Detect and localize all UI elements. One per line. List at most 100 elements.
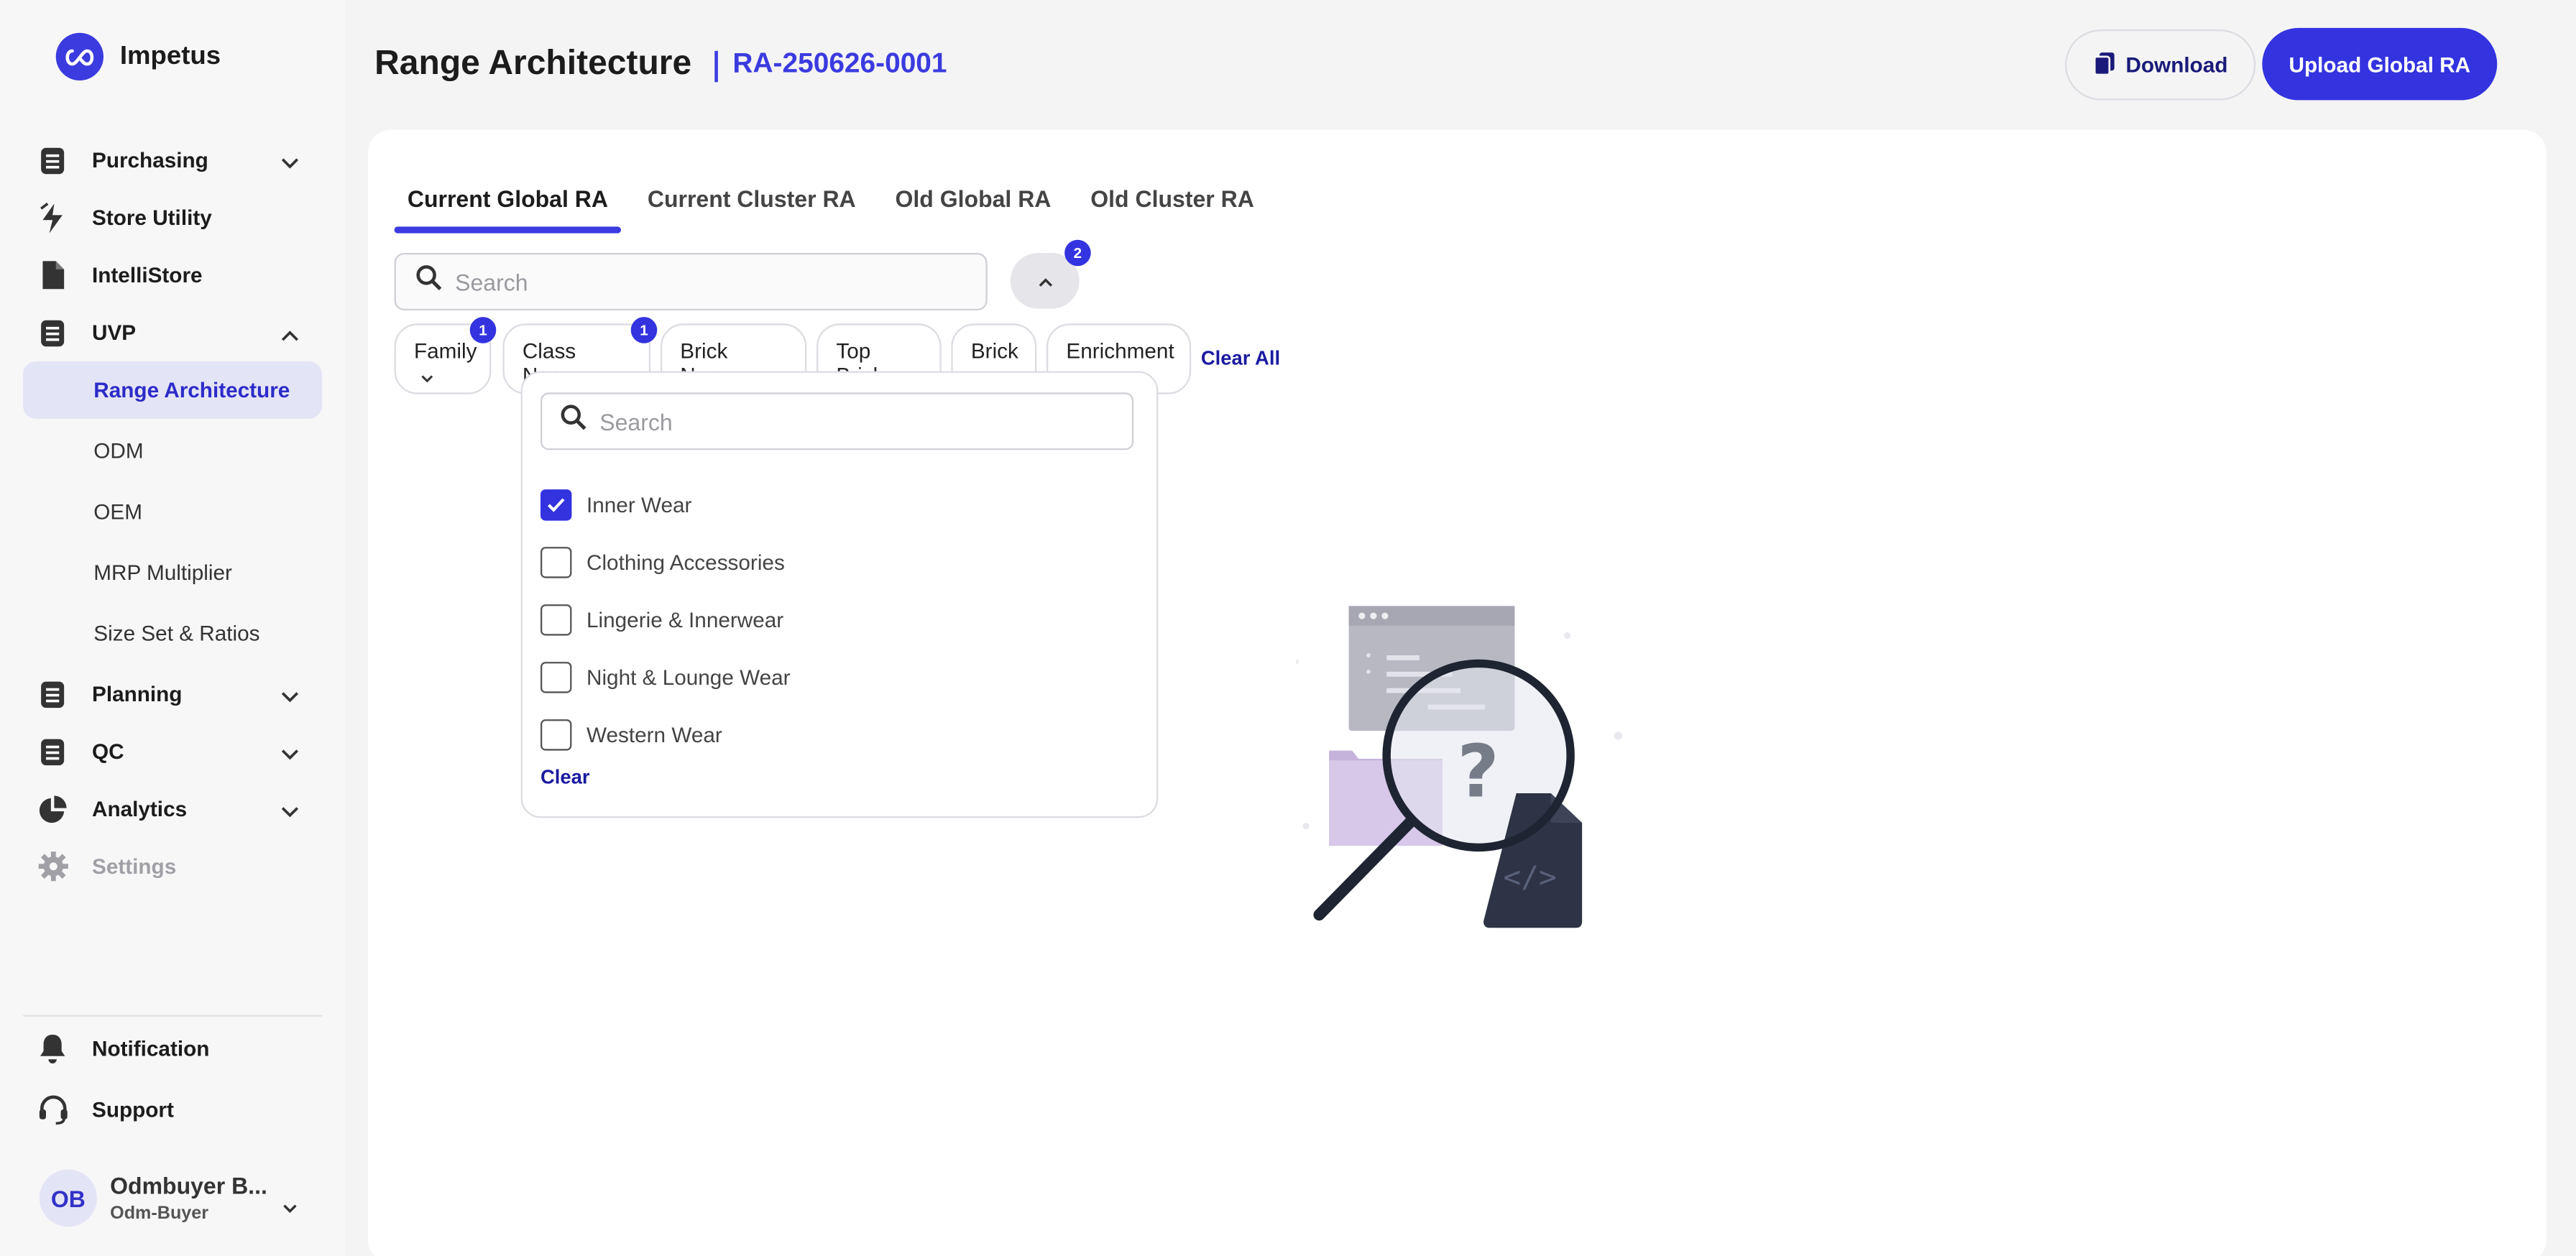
chip-label: Enrichment (1066, 338, 1174, 364)
sidebar-subitem-mrp-multiplier[interactable]: MRP Multiplier (23, 544, 322, 601)
tab-old-cluster-ra[interactable]: Old Cluster RA (1077, 185, 1267, 235)
brand-name: Impetus (119, 42, 221, 70)
search-icon (415, 264, 442, 299)
headset-icon (36, 1093, 69, 1126)
checkbox[interactable] (540, 547, 572, 578)
sidebar-item-planning[interactable]: Planning (23, 665, 322, 723)
filter-count-badge: 2 (1064, 239, 1091, 267)
sidebar-item-label: Planning (91, 681, 183, 706)
sidebar-item-analytics[interactable]: Analytics (23, 780, 322, 838)
dropdown-options: Inner Wear Clothing Accessories Lingerie… (540, 476, 791, 764)
empty-state-illustration: </> ? (1293, 599, 1641, 936)
sidebar-item-notification[interactable]: Notification (23, 1018, 322, 1079)
search-icon (560, 404, 586, 438)
option-label: Western Wear (586, 722, 722, 747)
option-label: Clothing Accessories (586, 550, 785, 575)
bolt-icon (36, 201, 69, 234)
sidebar-item-label: UVP (91, 320, 137, 345)
checkbox[interactable] (540, 604, 572, 636)
ra-tabs: Current Global RA Current Cluster RA Old… (394, 185, 1281, 235)
sidebar-item-label: IntelliStore (91, 262, 203, 287)
user-role: Odm-Buyer (110, 1204, 209, 1224)
svg-text:?: ? (1457, 730, 1499, 814)
chevron-down-icon (281, 741, 299, 765)
download-button-label: Download (2125, 52, 2228, 78)
title-separator (714, 50, 718, 83)
chevron-down-icon (281, 149, 299, 174)
class-name-dropdown: Inner Wear Clothing Accessories Lingerie… (520, 371, 1159, 818)
chip-label: Family (413, 338, 477, 364)
dropdown-option[interactable]: Clothing Accessories (540, 534, 791, 591)
svg-text:</>: </> (1503, 859, 1556, 894)
dropdown-option[interactable]: Night & Lounge Wear (540, 649, 791, 706)
sidebar-subitem-oem[interactable]: OEM (23, 483, 322, 540)
checkbox-checked[interactable] (540, 489, 572, 521)
sidebar-item-label: Support (91, 1096, 174, 1122)
dropdown-search-box (540, 392, 1134, 451)
option-label: Night & Lounge Wear (586, 665, 791, 690)
bell-icon (36, 1033, 69, 1066)
dropdown-search-input[interactable] (599, 407, 1092, 435)
file-icon (36, 259, 69, 292)
brand[interactable]: Impetus (55, 32, 221, 80)
chip-label: Brick (970, 338, 1018, 364)
filter-collapse-button[interactable]: 2 (1010, 239, 1091, 309)
sidebar-item-label: QC (91, 739, 124, 764)
sidebar-bottom: Notification Support (23, 1018, 322, 1140)
user-profile[interactable]: OB Odmbuyer B... Odm-Buyer (39, 1169, 297, 1227)
sidebar-item-purchasing[interactable]: Purchasing (23, 131, 322, 189)
sidebar-subitem-size-set-ratios[interactable]: Size Set & Ratios (23, 604, 322, 662)
checkbox[interactable] (540, 719, 572, 751)
clear-all-link[interactable]: Clear All (1201, 346, 1280, 369)
chevron-up-icon (1037, 266, 1052, 295)
copy-document-icon (2093, 50, 2116, 80)
document-icon (36, 144, 69, 177)
sidebar-item-label: Purchasing (91, 147, 208, 172)
document-icon (36, 678, 69, 711)
sidebar-item-intellistore[interactable]: IntelliStore (23, 246, 322, 304)
chevron-up-icon (281, 322, 299, 346)
option-label: Inner Wear (586, 492, 692, 517)
sidebar-nav: Purchasing Store Utility IntelliStore UV… (22, 131, 322, 895)
sidebar-subitem-range-architecture[interactable]: Range Architecture (22, 361, 322, 419)
avatar: OB (39, 1169, 97, 1227)
tab-current-cluster-ra[interactable]: Current Cluster RA (635, 185, 869, 235)
document-icon (36, 735, 69, 768)
tab-current-global-ra[interactable]: Current Global RA (394, 185, 622, 235)
checkbox[interactable] (540, 662, 572, 693)
download-button[interactable]: Download (2065, 29, 2256, 101)
search-input[interactable] (455, 268, 948, 295)
filter-chip-family[interactable]: Family 1 (394, 317, 497, 394)
sidebar-item-store-utility[interactable]: Store Utility (23, 189, 322, 246)
chevron-down-icon (281, 683, 299, 708)
sidebar-item-qc[interactable]: QC (23, 723, 322, 780)
ra-id: RA-250626-0001 (732, 47, 947, 79)
main-card: Current Global RA Current Cluster RA Old… (367, 129, 2547, 1256)
chevron-down-icon (420, 363, 472, 387)
tab-old-global-ra[interactable]: Old Global RA (882, 185, 1064, 235)
dropdown-option[interactable]: Western Wear (540, 706, 791, 764)
search-box (394, 252, 988, 310)
user-name: Odmbuyer B... (110, 1172, 267, 1199)
page-title: Range Architecture (374, 44, 692, 83)
pie-chart-icon (36, 793, 69, 826)
sidebar-item-label: Store Utility (91, 205, 212, 230)
document-icon (36, 316, 69, 349)
sidebar-item-settings[interactable]: Settings (23, 838, 322, 895)
sidebar-item-label: Analytics (91, 796, 188, 821)
sidebar-item-label: Notification (91, 1036, 210, 1061)
impetus-logo-icon (55, 32, 104, 80)
sidebar-divider (22, 1015, 322, 1017)
sidebar-item-uvp[interactable]: UVP (23, 304, 322, 361)
upload-global-ra-button[interactable]: Upload Global RA (2262, 27, 2498, 101)
chip-badge: 1 (469, 317, 497, 343)
sidebar-item-support[interactable]: Support (23, 1079, 322, 1140)
chevron-down-icon (282, 1192, 298, 1222)
dropdown-option[interactable]: Lingerie & Innerwear (540, 591, 791, 649)
sidebar-item-label: Settings (91, 854, 177, 879)
sidebar-subitem-odm[interactable]: ODM (23, 422, 322, 479)
dropdown-clear-link[interactable]: Clear (540, 765, 590, 788)
dropdown-option[interactable]: Inner Wear (540, 476, 791, 534)
sidebar: Impetus Purchasing Store Utility Intelli… (0, 0, 345, 1256)
chevron-down-icon (281, 798, 299, 823)
